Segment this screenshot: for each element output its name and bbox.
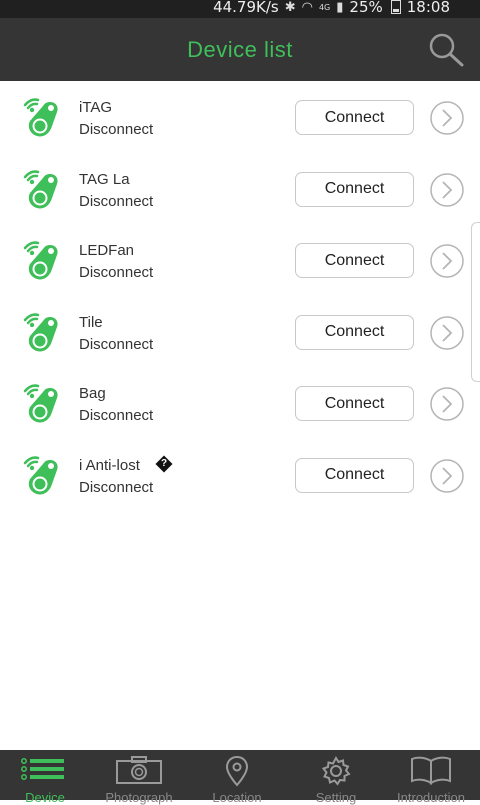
device-name: i Anti-lost <box>79 456 140 474</box>
page-title: Device list <box>187 37 293 62</box>
device-icon <box>22 239 62 283</box>
chevron-right-icon <box>430 101 464 135</box>
tag-device-icon <box>23 98 58 137</box>
book-icon <box>411 756 451 785</box>
connect-button[interactable]: Connect <box>295 314 414 350</box>
chevron-right-icon <box>430 316 464 350</box>
device-name: LEDFan <box>79 242 135 260</box>
list-item[interactable]: iTAG Disconnect Connect <box>0 81 480 153</box>
search-icon <box>429 33 464 67</box>
device-detail-button[interactable] <box>429 315 465 351</box>
connect-button[interactable]: Connect <box>295 243 414 279</box>
list-item[interactable]: LEDFan Disconnect Connect <box>0 224 480 296</box>
device-list: iTAG Disconnect Connect TAG La Disconnect Con… <box>0 81 480 511</box>
battery-icon <box>390 0 401 14</box>
device-icon <box>22 168 62 212</box>
nav-label-location: Location <box>212 790 262 805</box>
chevron-right-icon <box>430 459 464 493</box>
connection-status: Disconnect <box>79 478 154 496</box>
status-bar-indicators: 44.79K/s ✱ ◠ 4G ▮ 25% 18:08 <box>213 0 450 16</box>
app-header: Device list <box>0 18 480 81</box>
device-detail-button[interactable] <box>429 386 465 422</box>
camera-icon <box>116 756 162 784</box>
unknown-glyph: ? <box>160 458 167 469</box>
nav-label-device: Device <box>25 790 65 805</box>
network-type: 4G <box>318 2 331 12</box>
connection-status: Disconnect <box>79 192 154 210</box>
nav-tab-introduction[interactable]: Introduction <box>383 750 479 805</box>
list-item[interactable]: i Anti-lost? Disconnect Connect <box>0 439 480 511</box>
chevron-right-icon <box>430 172 464 207</box>
device-name: iTAG <box>79 99 113 116</box>
device-detail-button[interactable] <box>429 172 465 208</box>
device-icon <box>22 96 62 140</box>
connect-button[interactable]: Connect <box>295 171 414 207</box>
status-bar: 44.79K/s ✱ ◠ 4G ▮ 25% 18:08 <box>0 0 480 18</box>
list-item[interactable]: Tile Disconnect Connect <box>0 296 480 368</box>
chevron-right-icon <box>430 244 464 278</box>
scroll-indicator[interactable] <box>471 222 480 382</box>
device-name-line: iTAG <box>79 99 112 116</box>
list-item[interactable]: Bag Disconnect Connect <box>0 367 480 439</box>
list-icon <box>21 758 64 780</box>
clock: 18:08 <box>406 0 450 16</box>
chevron-right-icon <box>430 387 464 422</box>
connection-status: Disconnect <box>79 121 154 138</box>
device-detail-button[interactable] <box>429 100 465 136</box>
device-name-line: Bag <box>79 385 106 402</box>
bottom-nav: Device Photograph Location Setting Intro… <box>0 750 480 805</box>
device-name: Bag <box>79 385 106 403</box>
connection-status: Disconnect <box>79 407 154 425</box>
location-pin-icon <box>225 755 249 787</box>
device-icon <box>22 311 62 355</box>
tag-device-icon <box>23 384 58 423</box>
tag-device-icon <box>23 169 58 209</box>
tag-device-icon <box>23 313 58 352</box>
search-button[interactable] <box>426 30 466 70</box>
nav-tab-device[interactable]: Device <box>0 750 93 805</box>
wifi-icon: ◠ <box>301 0 313 15</box>
device-icon <box>22 382 62 426</box>
connect-button[interactable]: Connect <box>295 100 414 135</box>
tag-device-icon <box>23 241 58 280</box>
connection-status: Disconnect <box>79 264 154 282</box>
connect-button[interactable]: Connect <box>295 386 414 422</box>
device-detail-button[interactable] <box>429 458 465 494</box>
connect-button[interactable]: Connect <box>295 457 414 493</box>
nav-tab-location[interactable]: Location <box>189 750 285 805</box>
network-speed: 44.79K/s <box>213 0 279 16</box>
device-detail-button[interactable] <box>429 243 465 279</box>
device-name: TAG La <box>79 170 130 188</box>
unknown-icon: ? <box>155 455 173 473</box>
nav-label-photograph: Photograph <box>105 790 173 805</box>
list-item[interactable]: TAG La Disconnect Connect <box>0 153 480 225</box>
device-name-line: LEDFan <box>79 242 134 259</box>
nav-tab-photograph[interactable]: Photograph <box>91 750 187 805</box>
tag-device-icon <box>23 456 58 495</box>
bluetooth-icon: ✱ <box>284 0 296 15</box>
nav-label-setting: Setting <box>315 790 357 805</box>
device-icon <box>22 454 62 498</box>
gear-icon <box>321 756 351 786</box>
connection-status: Disconnect <box>79 335 154 353</box>
nav-label-introduction: Introduction <box>397 790 465 805</box>
device-name: Tile <box>79 313 103 331</box>
device-name-line: i Anti-lost? <box>79 455 173 474</box>
device-name-line: Tile <box>79 314 103 331</box>
nav-tab-setting[interactable]: Setting <box>288 750 384 805</box>
signal-icon: ▮ <box>336 0 344 15</box>
device-name-line: TAG La <box>79 171 130 188</box>
battery-percent: 25% <box>349 0 383 16</box>
